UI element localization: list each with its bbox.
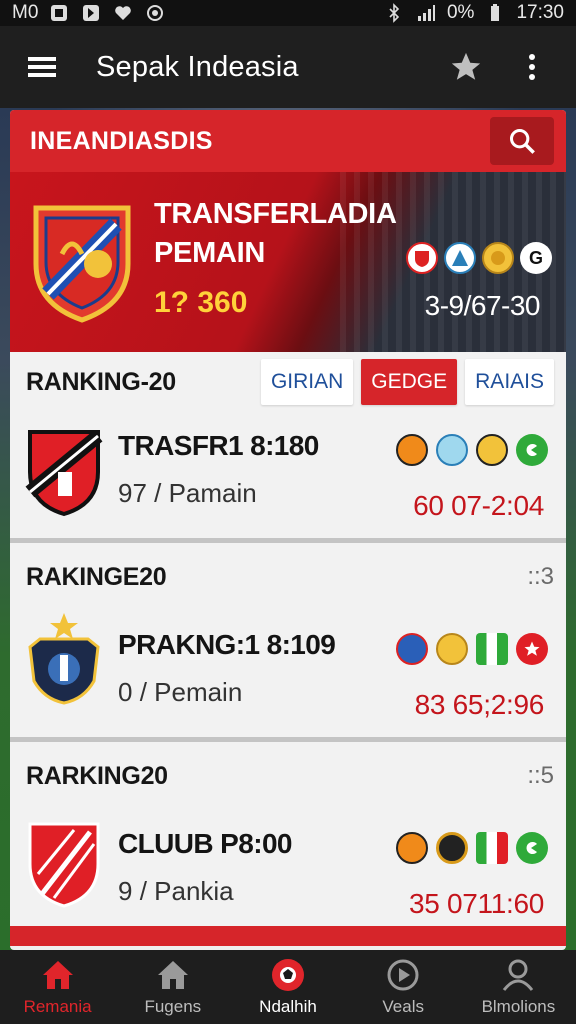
- club-crest-icon: [33, 205, 131, 323]
- row-subtitle: 0 / Pemain: [118, 677, 243, 707]
- club-badge-orange-icon: [396, 832, 428, 864]
- row-subtitle: 97 / Pamain: [118, 478, 257, 508]
- nav-item-veals[interactable]: Veals: [346, 950, 461, 1024]
- nav-label: Veals: [382, 997, 424, 1016]
- hero-score: 3-9/67-30: [424, 290, 541, 321]
- row-badges: [396, 434, 548, 466]
- hero-number: 1? 360: [154, 286, 248, 319]
- app-bar: Sepak Indeasia: [0, 26, 576, 108]
- row-score: 83 65;2:96: [414, 689, 545, 720]
- ranking-section-2: RAKINGE20 ::3 PRAKNG:1 8:109 0 / Pemain: [10, 543, 566, 742]
- nav-item-ndalhih[interactable]: Ndalhih: [230, 950, 345, 1024]
- section-title: RARKING20: [26, 761, 168, 790]
- club-badge-blue-icon: [396, 633, 428, 665]
- ranking-section-1: RANKING-20 GIRIAN GEDGE RAIAIS TRASFR1 8…: [10, 352, 566, 543]
- club-badge-green-stripe-icon: [476, 633, 508, 665]
- club-crest-icon: [28, 822, 100, 908]
- signal-icon: [415, 3, 437, 23]
- list-item[interactable]: TRASFR1 8:180 97 / Pamain 60 07-2:04: [10, 412, 566, 538]
- section-title: RANKING-20: [26, 367, 176, 396]
- club-badge-blue-icon: [444, 242, 476, 274]
- main-card: INEANDIASDIS TRANSFERLADIA PEMAIN 1? 360: [10, 110, 566, 950]
- section-title: RAKINGE20: [26, 562, 167, 591]
- nav-item-blmolions[interactable]: Blmolions: [461, 950, 576, 1024]
- ball-icon: [270, 957, 306, 993]
- card-footer-strip: [10, 926, 566, 946]
- profile-icon: [500, 957, 536, 993]
- card-header: INEANDIASDIS: [10, 110, 566, 172]
- home-icon: [155, 957, 191, 993]
- list-item[interactable]: CLUUB P8:00 9 / Pankia 35 0711:60: [10, 810, 566, 926]
- row-badges: [396, 633, 548, 665]
- card-header-title: INEANDIASDIS: [30, 126, 213, 155]
- nav-label: Ndalhih: [259, 997, 317, 1016]
- club-crest-icon: [25, 430, 103, 517]
- hero-banner[interactable]: TRANSFERLADIA PEMAIN 1? 360 G 3-9/67-30: [10, 172, 566, 352]
- row-score: 60 07-2:04: [413, 490, 544, 521]
- club-badge-dark-icon: [436, 832, 468, 864]
- nav-label: Fugens: [144, 997, 202, 1016]
- club-badge-gold-icon: [436, 633, 468, 665]
- row-name: TRASFR1 8:180: [118, 430, 319, 461]
- club-badge-green-stripe-icon: [476, 832, 508, 864]
- notification-icon-2: [80, 3, 102, 23]
- section-count: ::3: [527, 563, 554, 590]
- row-name: CLUUB P8:00: [118, 828, 292, 859]
- hero-title-line1: TRANSFERLADIA: [154, 198, 397, 230]
- club-badge-red-icon: [406, 242, 438, 274]
- section-tabs: GIRIAN GEDGE RAIAIS: [260, 359, 554, 405]
- nav-label: Remania: [23, 997, 92, 1016]
- battery-icon: [484, 3, 506, 23]
- star-icon[interactable]: [446, 47, 486, 87]
- club-badge-gold-icon: [482, 242, 514, 274]
- row-badges: [396, 832, 548, 864]
- search-icon: [509, 128, 535, 154]
- row-subtitle: 9 / Pankia: [118, 876, 234, 906]
- home-icon: [40, 957, 76, 993]
- carrier-label: M0: [12, 2, 39, 23]
- tab-girian[interactable]: GIRIAN: [260, 359, 354, 405]
- club-badge-orange-icon: [396, 434, 428, 466]
- status-bar: M0 0% 17:30: [0, 0, 576, 26]
- club-badge-green-icon: [516, 434, 548, 466]
- club-badge-cyan-icon: [436, 434, 468, 466]
- app-title: Sepak Indeasia: [96, 50, 299, 83]
- notification-icon: [48, 3, 70, 23]
- club-badge-yellow-icon: [476, 434, 508, 466]
- nav-label: Blmolions: [481, 997, 556, 1016]
- club-badge-g: G: [520, 242, 552, 274]
- section-count: ::5: [527, 762, 554, 789]
- tab-gedge[interactable]: GEDGE: [361, 359, 458, 405]
- club-badge-green-icon: [516, 832, 548, 864]
- ranking-section-3: RARKING20 ::5 CLUUB P8:00 9 / Pankia 35 …: [10, 742, 566, 926]
- row-score: 35 0711:60: [408, 888, 544, 919]
- search-button[interactable]: [490, 117, 554, 165]
- bluetooth-icon: [383, 3, 405, 23]
- club-crest-icon: [28, 613, 100, 705]
- play-icon: [385, 957, 421, 993]
- row-name: PRAKNG:1 8:109: [118, 629, 336, 660]
- nav-item-fugens[interactable]: Fugens: [115, 950, 230, 1024]
- hero-title-line2: PEMAIN: [154, 237, 265, 269]
- more-options-icon[interactable]: [512, 47, 552, 87]
- clock: 17:30: [516, 2, 564, 23]
- club-badge-red-star-icon: [516, 633, 548, 665]
- battery-percent: 0%: [446, 2, 475, 23]
- camera-icon: [144, 3, 166, 23]
- list-item[interactable]: PRAKNG:1 8:109 0 / Pemain 83 65;2:96: [10, 611, 566, 737]
- hero-badges: G: [406, 242, 552, 274]
- heart-icon: [112, 3, 134, 23]
- nav-item-remania[interactable]: Remania: [0, 950, 115, 1024]
- menu-icon[interactable]: [24, 49, 60, 85]
- tab-raiais[interactable]: RAIAIS: [465, 359, 554, 405]
- bottom-nav: Remania Fugens Ndalhih Veals Blmolions: [0, 950, 576, 1024]
